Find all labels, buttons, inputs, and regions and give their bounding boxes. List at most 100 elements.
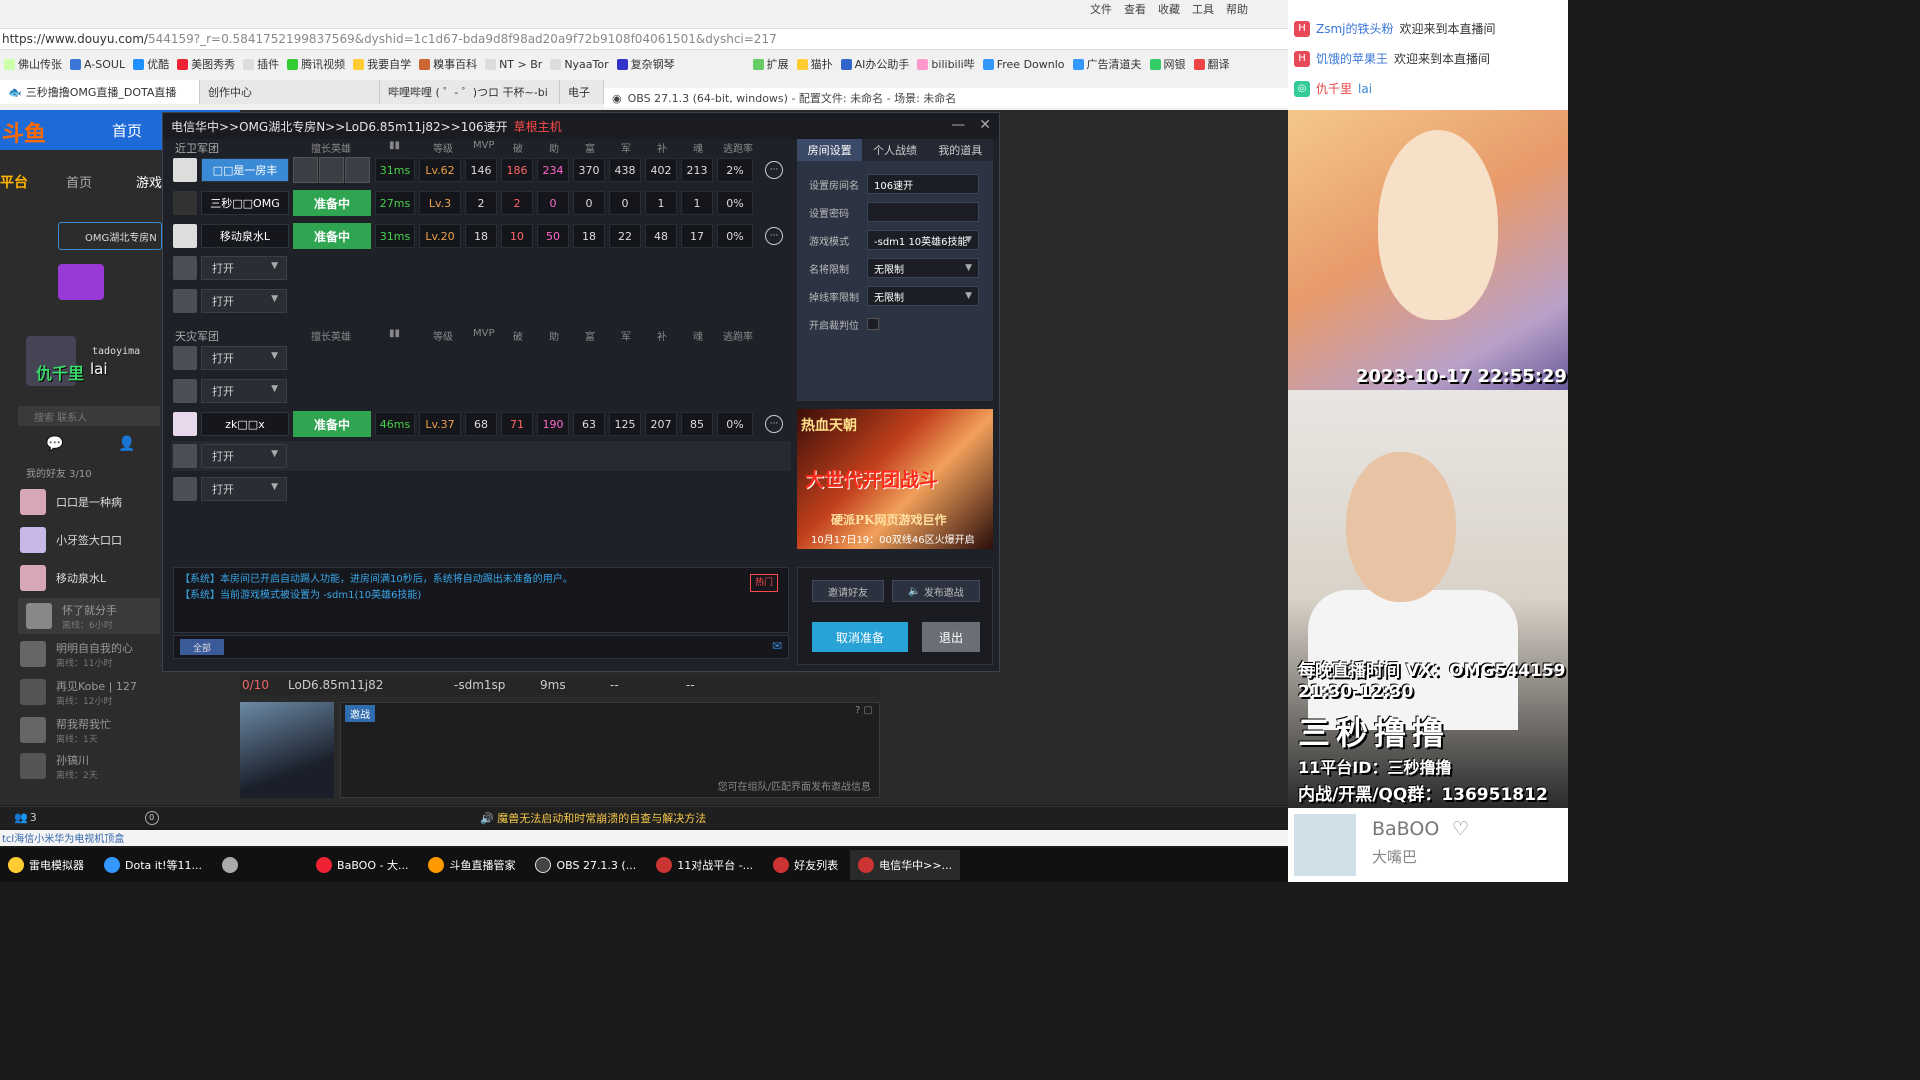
empty-slot[interactable]: 打开 ▼ — [171, 376, 791, 406]
cancel-ready-button[interactable]: 取消准备 — [812, 622, 908, 652]
bookmark-item[interactable]: 佛山传张 — [4, 56, 62, 72]
nav-games[interactable]: 游戏 — [136, 172, 162, 191]
hot-badge[interactable]: 热门 — [749, 574, 778, 592]
bookmark-item[interactable]: 美图秀秀 — [177, 56, 235, 72]
player-row[interactable]: □□是一房丰 31ms Lv.62 146 186 234 370 438 40… — [171, 155, 791, 185]
nav-home[interactable]: 首页 — [66, 172, 92, 191]
friends-header[interactable]: 我的好友 3/10 — [26, 465, 92, 480]
referee-checkbox[interactable] — [867, 318, 879, 330]
tab-douyu[interactable]: 🐟 三秒撸撸OMG直播_DOTA直播 — [0, 80, 200, 104]
room-name-input[interactable]: 106速开 — [867, 174, 979, 194]
bookmark-item[interactable]: A-SOUL — [70, 58, 125, 71]
bookmark-item[interactable]: 插件 — [243, 56, 279, 72]
invite-tag[interactable]: 邀战 — [345, 705, 375, 722]
taskbar-item[interactable]: 11对战平台 -... — [648, 850, 761, 880]
exit-button[interactable]: 退出 — [922, 622, 980, 652]
warning-link[interactable]: 🔊 魔兽无法启动和时常崩溃的自查与解决方法 — [480, 810, 706, 826]
menu-view[interactable]: 查看 — [1124, 1, 1146, 17]
slot-open-dropdown[interactable]: 打开 ▼ — [201, 477, 287, 501]
menu-favorites[interactable]: 收藏 — [1158, 1, 1180, 17]
tab-other[interactable]: 电子 — [560, 80, 604, 104]
empty-slot[interactable]: 打开 ▼ — [171, 343, 791, 373]
bookmark-item[interactable]: 糗事百科 — [419, 56, 477, 72]
game-ad-banner[interactable]: 热血天朝 大世代开团战斗 硬派PK网页游戏巨作 10月17日19：00双线46区… — [797, 409, 993, 549]
bookmark-item[interactable]: 广告清道夫 — [1072, 56, 1142, 72]
bookmark-item[interactable]: 猫扑 — [796, 56, 833, 72]
slot-open-dropdown[interactable]: 打开 ▼ — [201, 379, 287, 403]
menu-file[interactable]: 文件 — [1090, 1, 1112, 17]
slot-open-dropdown[interactable]: 打开 ▼ — [201, 289, 287, 313]
taskbar-item[interactable] — [214, 850, 304, 880]
game-mode-select[interactable]: -sdm1 10英雄6技能 ▼ — [867, 230, 979, 250]
player-row[interactable]: zk□□x 准备中 46ms Lv.37 68 71 190 63 125 20… — [171, 409, 791, 439]
friend-item[interactable]: 口口是一种病 — [20, 484, 160, 520]
close-icon[interactable]: ✕ — [979, 117, 991, 133]
slot-open-dropdown[interactable]: 打开 ▼ — [201, 346, 287, 370]
empty-slot[interactable]: 打开 ▼ — [171, 474, 791, 504]
bookmark-item[interactable]: bilibili哔 — [917, 56, 975, 72]
chat-tab-icon[interactable]: 💬 — [46, 436, 63, 452]
tab-my-items[interactable]: 我的道具 — [928, 139, 993, 161]
taskbar-item[interactable]: Dota it!等11... — [96, 850, 210, 880]
douyu-home-link[interactable]: 首页 — [112, 120, 142, 141]
game-thumbnail[interactable] — [240, 702, 334, 798]
tab-bilibili[interactable]: 哔哩哔哩 ( ゜- ゜)つロ 干杯~-bi — [380, 80, 560, 104]
heart-icon[interactable]: ♡ — [1452, 818, 1469, 840]
bookmark-item[interactable]: NT > Br — [485, 58, 542, 71]
tab-room-settings[interactable]: 房间设置 — [797, 139, 863, 161]
douyu-logo[interactable]: 斗鱼 — [2, 116, 46, 148]
taskbar-item[interactable]: 电信华中>>... — [850, 850, 961, 880]
bookmark-item[interactable]: 腾讯视频 — [287, 56, 345, 72]
empty-slot[interactable]: 打开 ▼ — [171, 286, 791, 316]
rank-limit-select[interactable]: 无限制 ▼ — [867, 258, 979, 278]
bookmark-item[interactable]: AI办公助手 — [840, 56, 909, 72]
friend-item[interactable]: 移动泉水L — [20, 560, 160, 596]
address-bar[interactable]: https://www.douyu.com/544159?_r=0.584175… — [0, 28, 1288, 50]
drop-limit-select[interactable]: 无限制 ▼ — [867, 286, 979, 306]
bookmark-item[interactable]: Free Downlo — [982, 58, 1065, 71]
bookmark-item[interactable]: 我要自学 — [353, 56, 411, 72]
extensions-button[interactable]: 扩展 — [752, 56, 789, 72]
send-icon[interactable]: ✉ — [772, 639, 782, 653]
taskbar-item[interactable]: BaBOO - 大... — [308, 850, 416, 880]
contacts-tab-icon[interactable]: 👤 — [118, 436, 135, 452]
bookmark-item[interactable]: NyaaTor — [550, 58, 609, 71]
menu-help[interactable]: 帮助 — [1226, 1, 1248, 17]
player-row[interactable]: 移动泉水L 准备中 31ms Lv.20 18 10 50 18 22 48 1… — [171, 221, 791, 251]
taskbar-item[interactable]: OBS 27.1.3 (... — [527, 850, 644, 880]
bookmark-item[interactable]: 复杂钢琴 — [616, 56, 675, 72]
chat-bubble-icon[interactable]: ··· — [765, 161, 783, 179]
invite-friends-button[interactable]: 邀请好友 — [812, 580, 884, 602]
user-count-icon[interactable]: 👥 — [14, 811, 28, 824]
slot-open-dropdown[interactable]: 打开 ▼ — [201, 256, 287, 280]
help-icon[interactable]: ? ▢ — [855, 705, 873, 716]
bookmark-item[interactable]: 优酷 — [133, 56, 169, 72]
chat-bubble-icon[interactable]: ··· — [765, 227, 783, 245]
taskbar-item[interactable]: 好友列表 — [765, 850, 846, 880]
room-tag[interactable]: OMG湖北专房N — [58, 222, 162, 250]
chat-channel-select[interactable]: 全部 — [180, 639, 224, 655]
contact-search-input[interactable]: 搜索 联系人 — [18, 406, 160, 426]
friend-item[interactable]: 明明自自我的心 离线：11小时 — [20, 636, 160, 672]
bookmark-item[interactable]: 翻译 — [1193, 56, 1230, 72]
nav-platform[interactable]: 平台 — [0, 172, 28, 192]
taskbar-item[interactable]: 雷电模拟器 — [0, 850, 92, 880]
room-list-row[interactable]: 0/10 LoD6.85m11j82 -sdm1sp 9ms -- -- — [240, 675, 880, 695]
empty-slot[interactable]: 打开 ▼ — [171, 441, 791, 471]
friend-item[interactable]: 怀了就分手 离线：6小时 — [18, 598, 160, 634]
chat-input-bar[interactable]: 全部 ✉ — [173, 635, 789, 659]
empty-slot[interactable]: 打开 ▼ — [171, 253, 791, 283]
password-input[interactable] — [867, 202, 979, 222]
player-row[interactable]: 三秒□□OMG 准备中 27ms Lv.3 2 2 0 0 0 1 1 0% — [171, 188, 791, 218]
publish-challenge-button[interactable]: 🔈 发布邀战 — [892, 580, 980, 602]
slot-open-dropdown[interactable]: 打开 ▼ — [201, 444, 287, 468]
friend-item[interactable]: 帮我帮我忙 离线：1天 — [20, 712, 160, 748]
menu-tools[interactable]: 工具 — [1192, 1, 1214, 17]
friend-item[interactable]: 孙镐川 离线：2天 — [20, 748, 160, 784]
tab-creator[interactable]: 创作中心 — [200, 80, 380, 104]
friend-item[interactable]: 小牙签大口口 — [20, 522, 160, 558]
tab-personal-record[interactable]: 个人战绩 — [862, 139, 927, 161]
taskbar-item[interactable]: 斗鱼直播管家 — [420, 850, 523, 880]
bookmark-item[interactable]: 网银 — [1149, 56, 1186, 72]
friend-item[interactable]: 再见Kobe | 127 离线：12小时 — [20, 674, 160, 710]
